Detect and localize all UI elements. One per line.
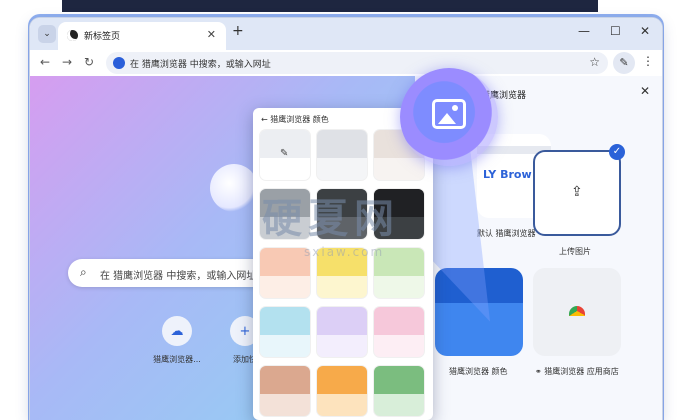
store-theme-label-text: 猎鹰浏览器 应用商店 [544, 367, 619, 376]
swatch-top-color [317, 307, 367, 335]
falcon-favicon-icon [67, 30, 78, 41]
default-theme-text: LY Brow [483, 168, 532, 181]
swatch-top-color [260, 248, 310, 276]
link-icon: ⚭ [535, 367, 542, 376]
custom-color-pen-icon: ✎ [280, 148, 289, 159]
color-swatch[interactable] [260, 248, 310, 298]
swatch-top-color [317, 366, 367, 394]
upload-image-card[interactable]: ⇪ [533, 150, 621, 236]
tab-strip: ⌄ 新标签页 ✕ + — ☐ ✕ [30, 18, 662, 50]
color-swatch[interactable]: ✎ [260, 130, 310, 180]
upload-icon: ⇪ [571, 184, 583, 200]
falcon-logo-icon [210, 164, 258, 212]
web-store-icon [569, 306, 585, 316]
side-panel-close-icon[interactable]: ✕ [640, 84, 650, 98]
shortcut-label: 猎鹰浏览器... [153, 355, 201, 364]
ntp-search-placeholder: 在 猎鹰浏览器 中搜索，或输入网址 [100, 271, 257, 282]
window-close-button[interactable]: ✕ [640, 24, 650, 38]
color-swatch[interactable] [317, 366, 367, 416]
color-picker-popup: ← 猎鹰浏览器 颜色 ✎ [253, 108, 433, 420]
swatch-top-color [374, 366, 424, 394]
color-swatch[interactable] [374, 307, 424, 357]
background-bar [62, 0, 598, 12]
toolbar: ← → ↻ 在 猎鹰浏览器 中搜索，或输入网址 ☆ ✎ ⋮ [30, 50, 662, 76]
address-bar-text: 在 猎鹰浏览器 中搜索，或输入网址 [130, 60, 271, 70]
swatch-top-color [317, 130, 367, 158]
watermark-text: 硬夏网 [262, 196, 400, 242]
selected-check-icon: ✓ [609, 144, 625, 160]
color-swatch[interactable] [317, 307, 367, 357]
store-theme-card[interactable] [533, 268, 621, 356]
cloud-icon: ☁ [162, 316, 192, 346]
swatch-top-color [260, 307, 310, 335]
maximize-button[interactable]: ☐ [610, 24, 621, 38]
tab-close-icon[interactable]: ✕ [207, 28, 216, 41]
screenshot-stage: ⌄ 新标签页 ✕ + — ☐ ✕ ← → ↻ 在 猎鹰浏览器 中搜索，或输入网址… [0, 0, 690, 420]
upload-image-label: 上传图片 [559, 247, 591, 256]
bookmark-star-icon[interactable]: ☆ [589, 55, 600, 69]
color-theme-label: 猎鹰浏览器 颜色 [449, 367, 508, 376]
color-swatch[interactable] [317, 130, 367, 180]
new-tab-button[interactable]: + [232, 23, 244, 39]
tab-search-button[interactable]: ⌄ [38, 25, 56, 43]
shortcut-falcon[interactable]: ☁ 猎鹰浏览器... [142, 316, 212, 365]
image-feature-bubble [400, 68, 498, 166]
forward-button[interactable]: → [62, 55, 72, 69]
watermark-url: sxiaw.com [304, 245, 385, 259]
color-swatch[interactable] [374, 366, 424, 416]
store-theme-label: ⚭ 猎鹰浏览器 应用商店 [535, 366, 619, 377]
search-icon: ⌕ [80, 265, 87, 279]
reload-button[interactable]: ↻ [84, 55, 94, 69]
tab-new-tab[interactable]: 新标签页 ✕ [58, 22, 226, 50]
color-swatch[interactable] [260, 307, 310, 357]
image-icon [432, 99, 466, 129]
customize-pen-button[interactable]: ✎ [613, 52, 635, 74]
address-bar[interactable]: 在 猎鹰浏览器 中搜索，或输入网址 ☆ [106, 52, 608, 74]
menu-kebab-icon[interactable]: ⋮ [642, 54, 654, 68]
color-popup-title[interactable]: ← 猎鹰浏览器 颜色 [261, 114, 329, 125]
swatch-top-color [374, 307, 424, 335]
swatch-top-color [260, 366, 310, 394]
tab-title: 新标签页 [84, 32, 121, 42]
minimize-button[interactable]: — [578, 24, 590, 38]
color-swatch[interactable] [260, 366, 310, 416]
search-engine-icon [113, 57, 125, 69]
back-button[interactable]: ← [40, 55, 50, 69]
